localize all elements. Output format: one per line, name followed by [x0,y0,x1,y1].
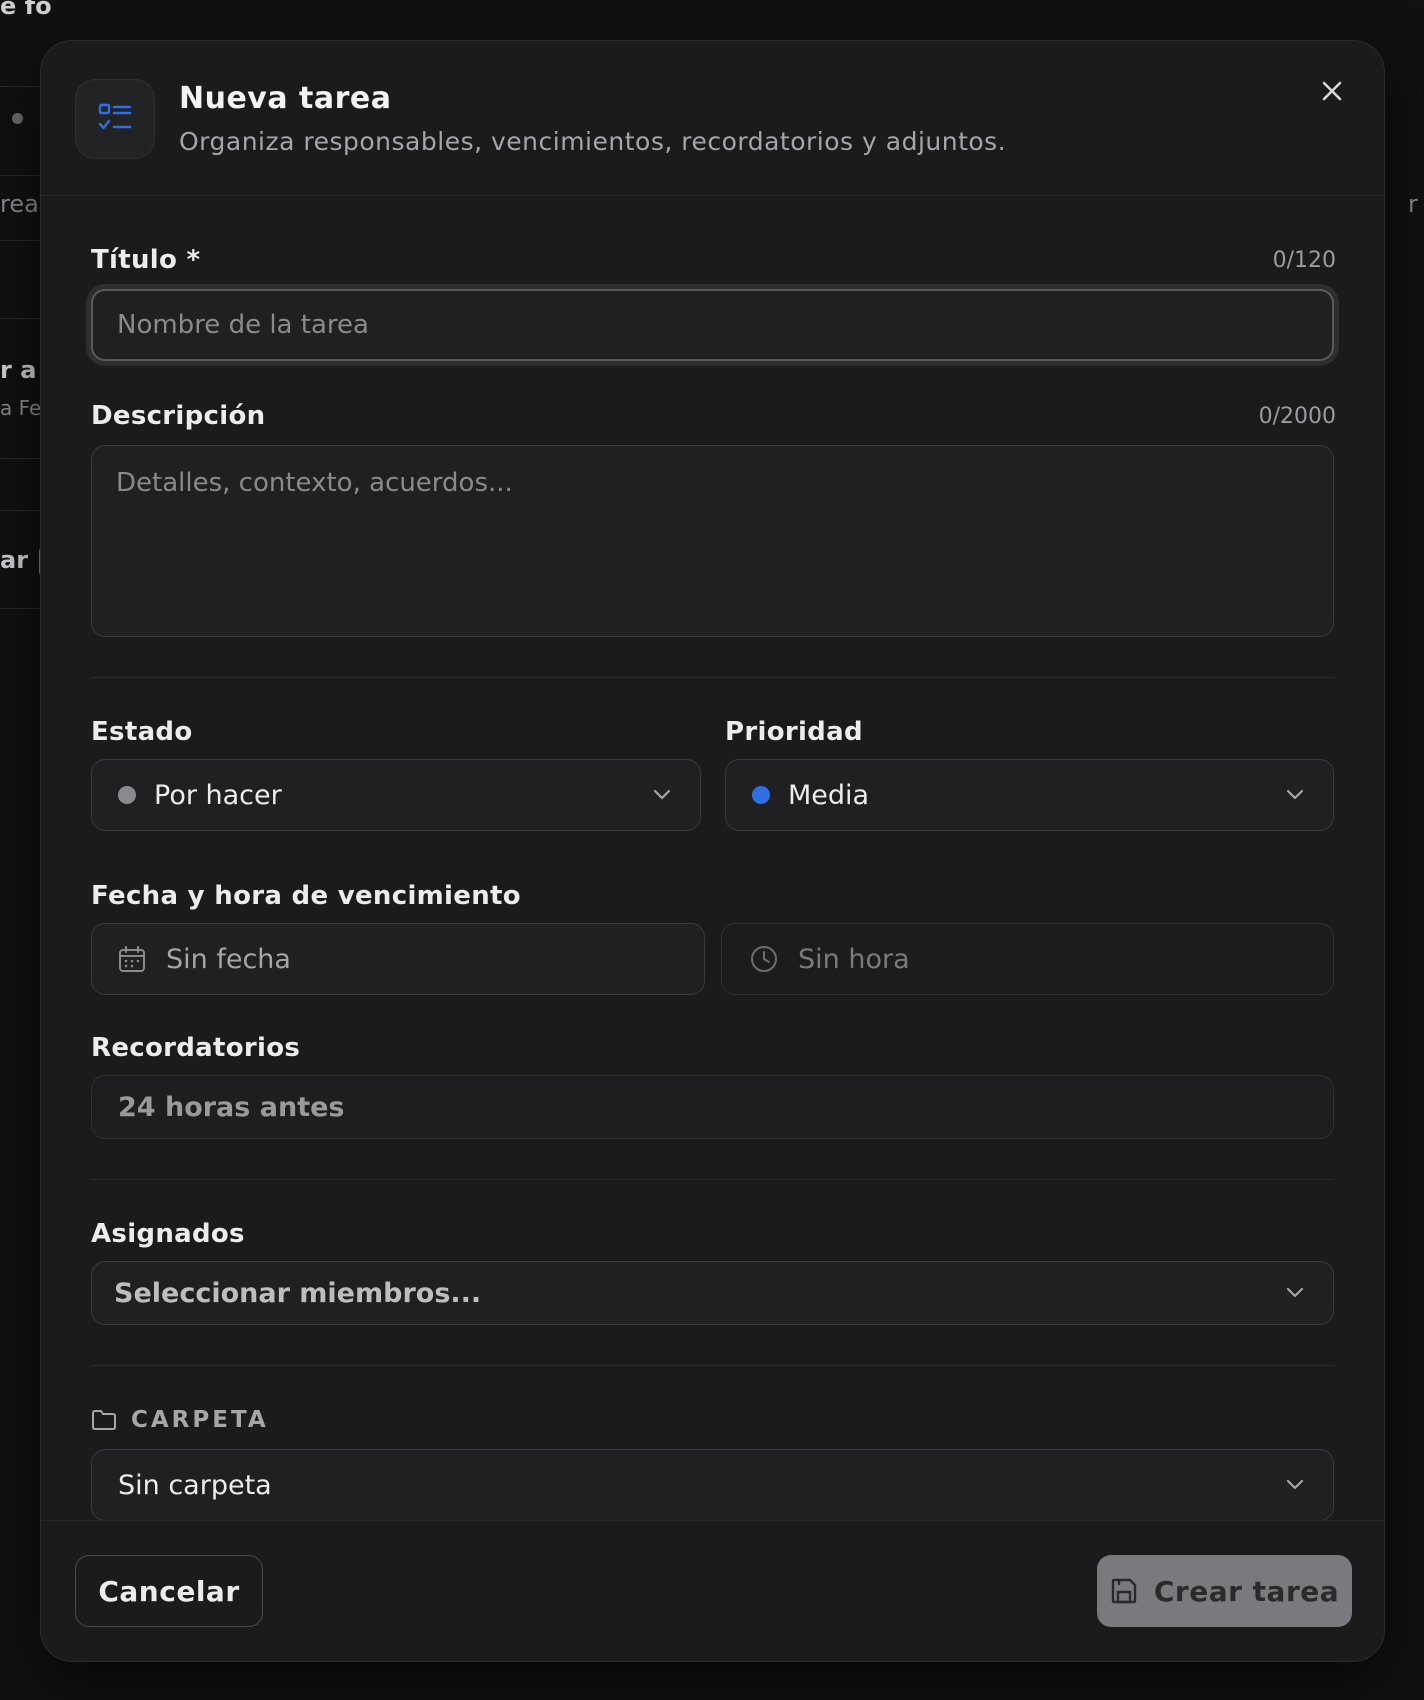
title-field[interactable] [91,289,1334,361]
assignees-label: Asignados [91,1219,245,1249]
title-input[interactable] [93,291,1332,359]
title-label: Título * [91,245,201,275]
priority-label: Prioridad [725,717,863,747]
folder-label: CARPETA [131,1407,269,1433]
description-field[interactable] [91,445,1334,637]
dialog-header: Nueva tarea Organiza responsables, venci… [41,41,1384,196]
background-divider [0,458,40,459]
folder-section-header: CARPETA [91,1407,269,1433]
background-text: r a [0,356,37,384]
due-date-label: Fecha y hora de vencimiento [91,881,521,911]
create-task-label: Crear tarea [1153,1574,1340,1608]
background-dot [12,113,23,124]
dialog-subtitle: Organiza responsables, vencimientos, rec… [179,127,1007,156]
status-label: Estado [91,717,193,747]
task-list-icon [75,79,155,159]
dialog-footer: Cancelar Crear tarea [41,1520,1384,1661]
background-text: r [1408,190,1418,218]
description-char-counter: 0/2000 [1258,404,1336,429]
date-picker-button[interactable]: Sin fecha [91,923,705,995]
background-divider [0,240,40,241]
status-select[interactable]: Por hacer [91,759,701,831]
time-picker-button[interactable]: Sin hora [721,923,1334,995]
background-divider [0,175,40,176]
new-task-dialog: Nueva tarea Organiza responsables, venci… [40,40,1385,1662]
assignees-placeholder: Seleccionar miembros... [114,1277,482,1309]
description-label: Descripción [91,401,266,431]
description-textarea[interactable] [92,446,1333,636]
clock-icon [751,946,777,972]
section-divider [91,1179,1334,1180]
chevron-down-icon [1286,1287,1304,1298]
reminders-label: Recordatorios [91,1033,301,1063]
cancel-button[interactable]: Cancelar [75,1555,263,1627]
background-divider [0,86,40,87]
background-text: a Fe [0,396,42,420]
priority-value: Media [788,779,870,811]
close-icon [1322,81,1342,101]
chevron-down-icon [1286,1479,1304,1490]
chevron-down-icon [1286,789,1304,800]
background-divider [0,510,40,511]
background-divider [0,318,40,319]
calendar-icon [119,946,145,972]
folder-select[interactable]: Sin carpeta [91,1449,1334,1521]
folder-icon [92,1410,116,1430]
title-char-counter: 0/120 [1272,248,1336,273]
close-button[interactable] [1314,73,1350,109]
chevron-down-icon [653,789,671,800]
status-value: Por hacer [154,779,282,811]
reminders-field[interactable]: 24 horas antes [91,1075,1334,1139]
background-text: ar | [0,546,46,574]
dialog-title: Nueva tarea [179,81,392,116]
background-text: rea [0,190,39,218]
create-task-button[interactable]: Crear tarea [1097,1555,1352,1627]
background-divider [0,608,40,609]
status-dot [118,786,136,804]
time-placeholder: Sin hora [798,943,910,975]
assignees-select[interactable]: Seleccionar miembros... [91,1261,1334,1325]
section-divider [91,1365,1334,1366]
priority-dot [752,786,770,804]
background-text: e fo [0,0,52,20]
date-placeholder: Sin fecha [166,943,291,975]
reminders-value: 24 horas antes [118,1091,345,1123]
folder-value: Sin carpeta [118,1469,272,1501]
section-divider [91,677,1334,678]
save-icon [1111,1578,1137,1604]
priority-select[interactable]: Media [725,759,1334,831]
